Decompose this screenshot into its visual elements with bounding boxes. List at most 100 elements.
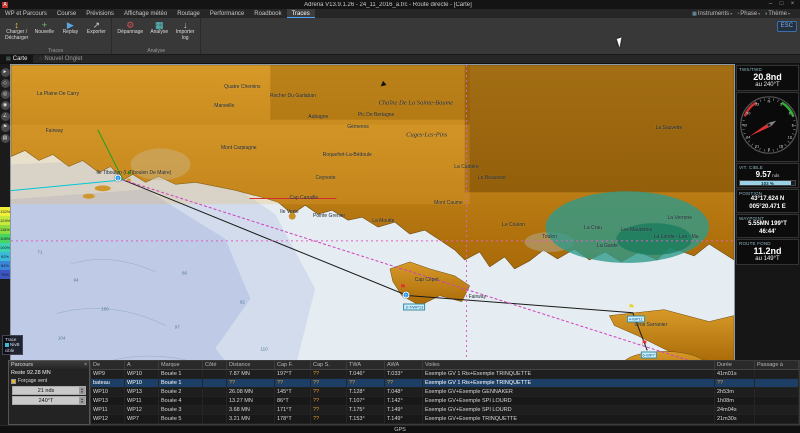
waypoint-tag[interactable]: 3-7/WP13 [404, 304, 426, 311]
col-header-dur-e[interactable]: Durée [715, 361, 755, 369]
cell [203, 397, 227, 405]
col-header-voiles[interactable]: Voiles [423, 361, 715, 369]
menu-tab-performance[interactable]: Performance [205, 9, 249, 18]
ribbon-exporter[interactable]: ↗Exporter [84, 19, 108, 37]
depth-sounding: 97 [175, 325, 180, 330]
col-header-a[interactable]: A [125, 361, 159, 369]
map-label-la-garde: La Garde [597, 243, 618, 249]
menu-tab-course[interactable]: Course [52, 9, 81, 18]
col-header-de[interactable]: De [91, 361, 125, 369]
menu-phase[interactable]: ◔Phase▾ [736, 11, 760, 17]
parcours-remaining: Reste 92.28 MN [9, 369, 89, 377]
table-row[interactable]: WP13WP11Bouée 413.27 MN86°T??T.107°T.142… [91, 397, 799, 406]
wind-dir-stepper[interactable]: 240°T ▲▼ [12, 396, 86, 405]
map-label-la-moutte: La Moutte [372, 218, 394, 224]
col-header-cap-f[interactable]: Cap F. [275, 361, 311, 369]
map-label-cha-ne-de-la-sainte-baume: Chaîne De La Sainte-Baume [379, 99, 454, 106]
compass-label: 21 [755, 143, 759, 148]
arrow-marker [379, 80, 388, 90]
zoom-icon[interactable]: ◎ [1, 90, 10, 99]
pointer-icon[interactable]: ► [1, 68, 10, 77]
menu-tab-affichage-m-t-o[interactable]: Affichage météo [119, 9, 172, 18]
ribbon-charger-d-charger[interactable]: ↕Charger / Décharger [3, 19, 30, 42]
doc-tab-nouvel-onglet[interactable]: ◌Nouvel Onglet [33, 55, 88, 63]
target-speed-panel[interactable]: VIT. CIBLE 9.57 nds 103 % [736, 163, 799, 188]
table-row[interactable]: WP11WP12Bouée 33.68 MN171°T??T.175°T.149… [91, 406, 799, 415]
col-header-awa[interactable]: AWA [385, 361, 423, 369]
forcage-vent-option[interactable]: Forçage vent [9, 377, 89, 385]
depth-sounding: 71 [37, 249, 42, 254]
col-header-passage[interactable]: Passage à [755, 361, 799, 369]
cell: ?? [311, 406, 347, 414]
instruments-icon: ▦ [692, 11, 697, 17]
table-row[interactable]: bateauWP10Bouée 1??????????Exemple GV 1 … [91, 379, 799, 388]
menu-tab-routage[interactable]: Routage [172, 9, 205, 18]
pan-icon[interactable]: ◇ [1, 79, 10, 88]
cell: ?? [347, 379, 385, 387]
menu-tab-wp-et-parcours[interactable]: WP et Parcours [0, 9, 52, 18]
cell: 26.08 MN [227, 388, 275, 396]
map-label-ile-tiboulen-i-tiboulen-de-maire: Ile Tiboulen (I. Tiboulen De Maire) [96, 170, 171, 176]
menu-tab-roadbook[interactable]: Roadbook [249, 9, 286, 18]
ribbon-analyse[interactable]: ▦Analyse [147, 19, 171, 37]
waypoint-panel[interactable]: WAYPOINT 5.55MN 199°T 46:44' [736, 214, 799, 238]
doc-tab-carte[interactable]: ▤Carte [0, 55, 33, 63]
layers-icon[interactable]: ▤ [1, 134, 10, 143]
cell: Bouée 1 [159, 370, 203, 378]
table-row[interactable]: WP9WP10Bouée 17.87 MN197°T??T.046°T.033°… [91, 370, 799, 379]
cell [203, 370, 227, 378]
forcage-vent-checkbox[interactable] [11, 379, 16, 384]
table-row[interactable]: WP10WP13Bouée 226.08 MN145°T??T.128°T.04… [91, 388, 799, 397]
parcours-close-icon[interactable]: × [84, 362, 87, 368]
target-speed-percent: 103 % [740, 181, 795, 185]
ribbon-d-pannage[interactable]: ⚙Dépannage [115, 19, 145, 37]
cell: 24m04s [715, 406, 755, 414]
maximize-button[interactable]: □ [776, 0, 787, 9]
measure-icon[interactable]: ∠ [1, 112, 10, 121]
col-header-c-t[interactable]: Côté [203, 361, 227, 369]
cell: 3.21 MN [227, 415, 275, 423]
col-header-twa[interactable]: TWA [347, 361, 385, 369]
menu-tab-traces[interactable]: Traces [287, 9, 315, 18]
menu-instruments[interactable]: ▦Instruments▾ [692, 11, 732, 17]
wind-speed-arrows-icon[interactable]: ▲▼ [79, 387, 85, 394]
col-header-distance[interactable]: Distance [227, 361, 275, 369]
circle-marker[interactable]: 2 [402, 292, 409, 299]
center-icon[interactable]: ◉ [1, 101, 10, 110]
wind-dir-value[interactable]: 240°T [13, 397, 79, 404]
col-header-cap-s[interactable]: Cap S. [311, 361, 347, 369]
minimize-button[interactable]: – [765, 0, 776, 9]
tws-panel[interactable]: TWS/TWD 20.8nd au 240°T [736, 65, 799, 91]
ribbon-nouvelle[interactable]: +Nouvelle [32, 19, 56, 37]
cell: ?? [311, 370, 347, 378]
wind-dir-arrows-icon[interactable]: ▲▼ [79, 397, 85, 404]
waypoint-tag[interactable]: 4-WP11 [627, 316, 645, 323]
esc-button[interactable]: ESC [777, 21, 797, 32]
cell: ?? [275, 379, 311, 387]
sog-cog-panel[interactable]: ROUTE FOND 11.2nd au 149°T [736, 239, 799, 265]
close-button[interactable]: × [787, 0, 798, 9]
circle-marker[interactable]: 1 [115, 175, 122, 182]
table-row[interactable]: WP12WP7Bouée 53.21 MN178°T??T.153°T.149°… [91, 415, 799, 424]
depth-sounding: 86 [182, 271, 187, 276]
cell: Exemple GV+Exemple TRINQUETTE [423, 415, 715, 423]
flag-icon[interactable]: ⚑ [1, 123, 10, 132]
compass-label: S [768, 147, 771, 152]
position-panel[interactable]: POSITION 43°17.624 N 005°20.471 E [736, 189, 799, 213]
compass-panel[interactable]: N36E1215S2124W3033 [736, 92, 799, 162]
window-title: Adrena V13.9.1.26 - 24_11_2016_a.trc - R… [11, 2, 765, 8]
menu-tab-pr-visions[interactable]: Prévisions [81, 9, 119, 18]
col-header-marque[interactable]: Marque [159, 361, 203, 369]
ribbon-importer-log[interactable]: ↓Importer log [173, 19, 197, 42]
waypoint-tag[interactable]: 6-WP7 [641, 352, 657, 359]
map-label-la-crau: La Crau [584, 225, 602, 231]
wind-speed-stepper[interactable]: 21 nds ▲▼ [12, 386, 86, 395]
cell: WP9 [91, 370, 125, 378]
map-label-aubagne: Aubagne [308, 114, 328, 120]
ribbon-replay[interactable]: ▶Replay [58, 19, 82, 37]
menu-th-me[interactable]: ◑Thème▾ [764, 11, 790, 17]
trace-legend-nivb: NivB [10, 342, 20, 347]
map-label-la-verrerie: La Verrerie [668, 215, 692, 221]
wind-speed-value[interactable]: 21 nds [13, 387, 79, 394]
cell [755, 415, 799, 423]
